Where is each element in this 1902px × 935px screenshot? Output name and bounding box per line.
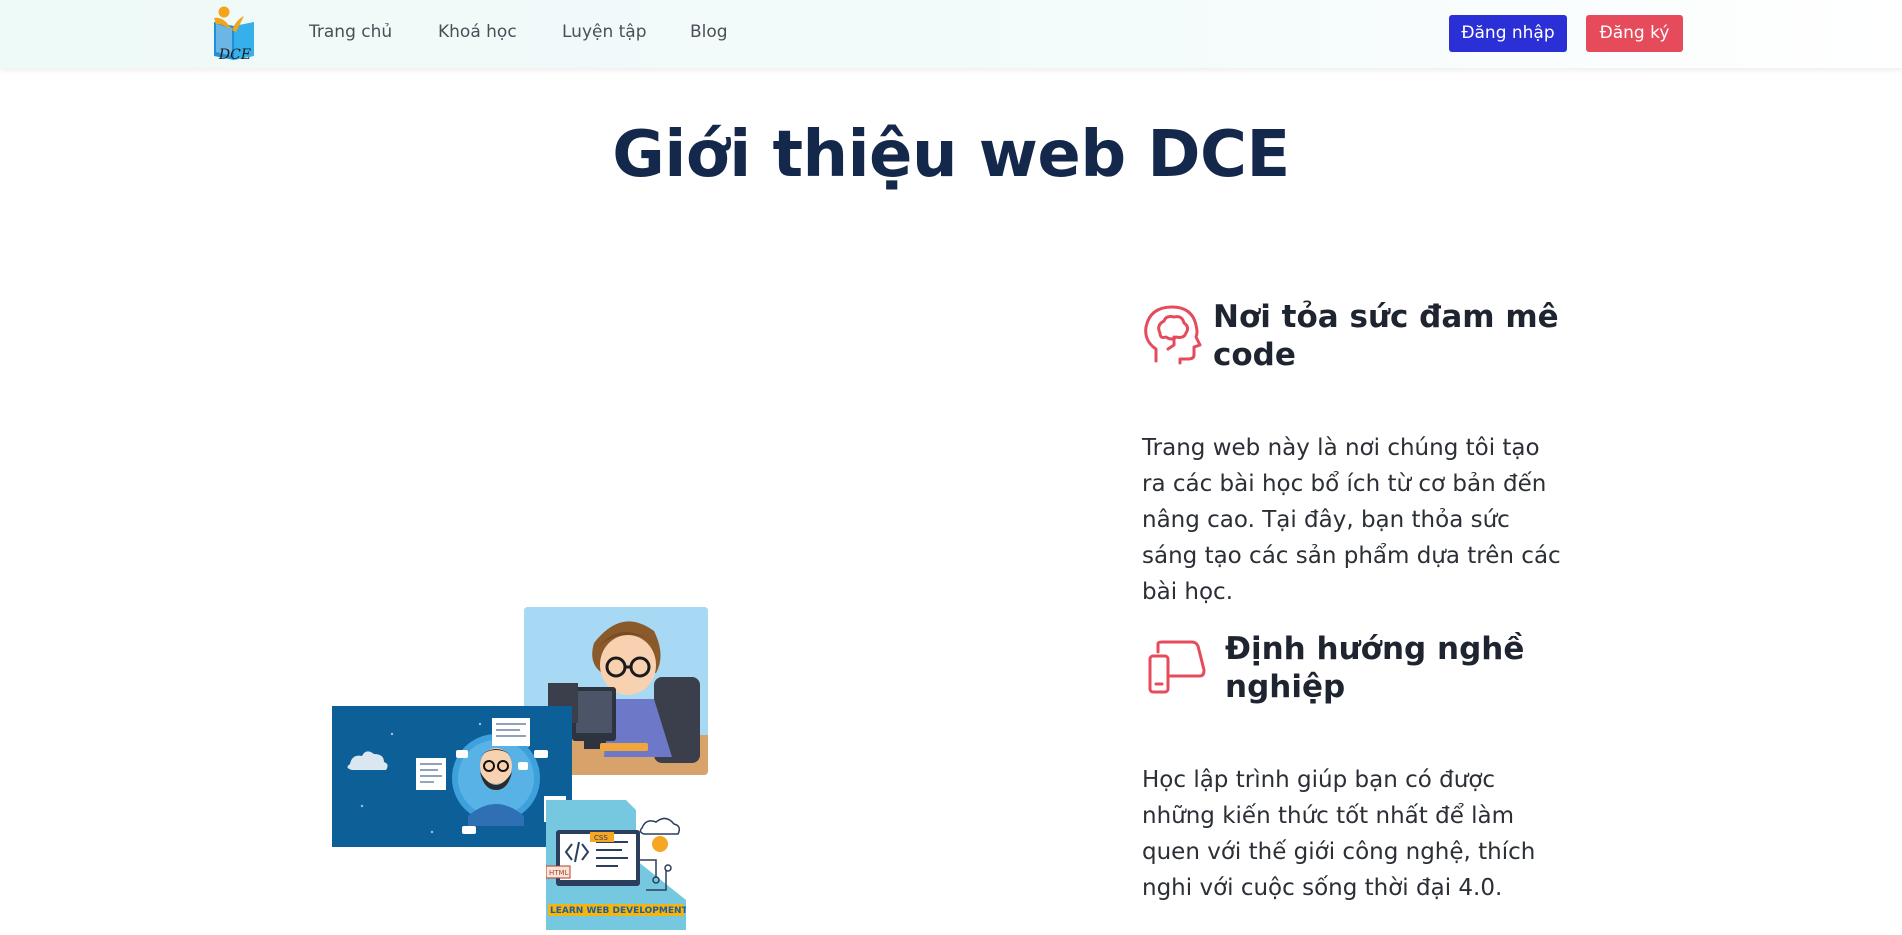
- register-button[interactable]: Đăng ký: [1586, 15, 1683, 52]
- svg-text:HTML: HTML: [549, 869, 569, 877]
- learn-web-caption: LEARN WEB DEVELOPMENT: [550, 906, 686, 916]
- svg-text:CSS: CSS: [594, 834, 608, 842]
- navbar: DCE Trang chủ Khoá học Luyện tập Blog Đă…: [0, 0, 1902, 68]
- brain-head-icon: [1144, 305, 1202, 365]
- nav-home[interactable]: Trang chủ: [309, 22, 392, 42]
- page-title: Giới thiệu web DCE: [612, 118, 1290, 192]
- nav-courses[interactable]: Khoá học: [438, 22, 517, 42]
- logo-text: DCE: [218, 47, 252, 63]
- nav-blog[interactable]: Blog: [690, 22, 728, 42]
- nav-practice[interactable]: Luyện tập: [562, 22, 647, 42]
- feature-title-career: Định hướng nghề nghiệp: [1225, 631, 1525, 705]
- learn-web-development-image: HTML CSS LEARN WEB DEVELOPMENT: [546, 800, 686, 930]
- login-button[interactable]: Đăng nhập: [1449, 15, 1567, 52]
- feature-desc-passion: Trang web này là nơi chúng tôi tạo ra cá…: [1142, 435, 1561, 605]
- feature-title-passion: Nơi tỏa sức đam mê code: [1213, 299, 1559, 373]
- devices-icon: [1148, 640, 1206, 694]
- web-developer-diagram-image: [332, 706, 572, 847]
- feature-desc-career: Học lập trình giúp bạn có được những kiế…: [1142, 767, 1536, 901]
